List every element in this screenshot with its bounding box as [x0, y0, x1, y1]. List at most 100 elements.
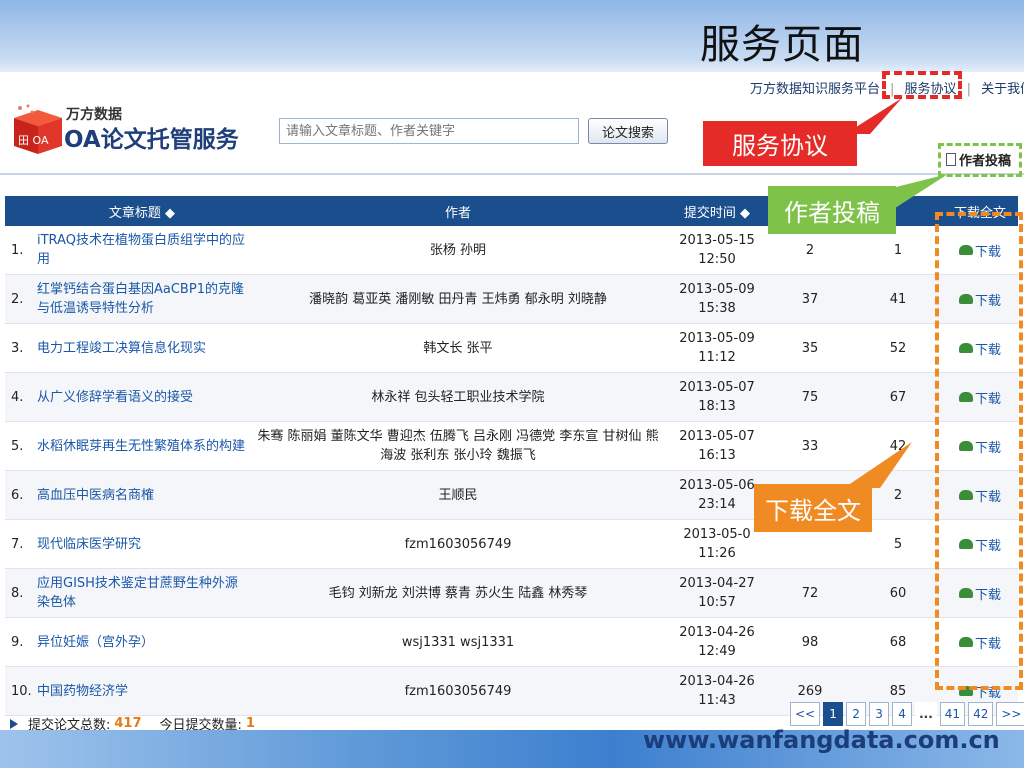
article-title-link[interactable]: 中国药物经济学 — [36, 666, 248, 716]
header-author: 作者 — [248, 196, 668, 226]
submit-clock: 11:26 — [698, 546, 736, 561]
cube-logo-text: 田 OA — [18, 134, 49, 147]
submit-clock: 10:57 — [698, 595, 736, 610]
row-index: 4. — [5, 372, 36, 422]
article-title-link[interactable]: 高血压中医病名商榷 — [36, 470, 248, 520]
count-1: 72 — [766, 568, 854, 618]
callout-service-agreement: 服务协议 — [703, 121, 857, 166]
callout-pointer-green — [892, 174, 948, 210]
submit-clock: 23:14 — [698, 497, 736, 512]
row-index: 5. — [5, 421, 36, 471]
article-authors: wsj1331 wsj1331 — [248, 617, 668, 667]
callout-pointer-orange — [844, 442, 912, 488]
header-submit-time[interactable]: 提交时间 ◆ — [668, 196, 766, 226]
submit-time: 2013-05-07 18:13 — [668, 372, 766, 422]
submit-date: 2013-05-06 — [679, 478, 755, 493]
article-title-link[interactable]: 从广义修辞学看语义的接受 — [36, 372, 248, 422]
header-index — [5, 196, 36, 226]
highlight-download-column — [935, 212, 1023, 690]
pager-button[interactable]: 41 — [939, 702, 966, 726]
row-index: 6. — [5, 470, 36, 520]
search-input[interactable] — [279, 118, 579, 144]
row-index: 7. — [5, 519, 36, 569]
article-title-link[interactable]: 现代临床医学研究 — [36, 519, 248, 569]
submit-time: 2013-04-26 11:43 — [668, 666, 766, 716]
link-separator: | — [966, 82, 971, 97]
today-value: 1 — [245, 716, 255, 731]
count-2: 41 — [854, 274, 942, 324]
callout-author-submit: 作者投稿 — [768, 186, 896, 234]
article-title-link[interactable]: 红掌钙结合蛋白基因AaCBP1的克隆与低温诱导特性分析 — [36, 274, 248, 324]
slide-title: 服务页面 — [700, 22, 864, 68]
pager-button[interactable]: >> — [996, 702, 1024, 726]
row-index: 1. — [5, 226, 36, 275]
count-1: 98 — [766, 617, 854, 667]
play-icon — [10, 718, 18, 729]
submit-time: 2013-05-09 15:38 — [668, 274, 766, 324]
submit-time: 2013-05-09 11:12 — [668, 323, 766, 373]
count-2: 60 — [854, 568, 942, 618]
callout-download-full: 下载全文 — [754, 484, 872, 532]
submit-time: 2013-04-27 10:57 — [668, 568, 766, 618]
row-index: 3. — [5, 323, 36, 373]
pager-button[interactable]: 42 — [968, 702, 994, 726]
header-title[interactable]: 文章标题 ◆ — [36, 196, 248, 226]
count-1: 37 — [766, 274, 854, 324]
submit-time: 2013-04-26 12:49 — [668, 617, 766, 667]
table-row: 9. 异位妊娠（宫外孕） wsj1331 wsj1331 2013-04-26 12:4… — [5, 617, 1018, 667]
article-authors: 张杨 孙明 — [248, 226, 668, 275]
article-title-link[interactable]: 异位妊娠（宫外孕） — [36, 617, 248, 667]
submit-date: 2013-04-26 — [679, 625, 755, 640]
submit-clock: 12:50 — [698, 252, 736, 267]
article-authors: 毛钧 刘新龙 刘洪博 蔡青 苏火生 陆鑫 林秀琴 — [248, 568, 668, 618]
submit-date: 2013-05-15 — [679, 233, 755, 248]
article-authors: 林永祥 包头轻工职业技术学院 — [248, 372, 668, 422]
header-divider — [0, 173, 1024, 175]
submit-time: 2013-05-15 12:50 — [668, 226, 766, 275]
link-platform[interactable]: 万方数据知识服务平台 — [750, 82, 880, 97]
submit-date: 2013-05-09 — [679, 282, 755, 297]
count-1: 35 — [766, 323, 854, 373]
count-1: 75 — [766, 372, 854, 422]
article-title-link[interactable]: 电力工程竣工决算信息化现实 — [36, 323, 248, 373]
table-row: 2. 红掌钙结合蛋白基因AaCBP1的克隆与低温诱导特性分析 潘晓韵 葛亚英 潘刚敏… — [5, 274, 1018, 324]
pager-button[interactable]: 4 — [892, 702, 913, 726]
submit-date: 2013-05-0 — [683, 527, 751, 542]
submit-clock: 15:38 — [698, 301, 736, 316]
count-2: 67 — [854, 372, 942, 422]
pager-button[interactable]: 1 — [823, 702, 844, 726]
submit-clock: 18:13 — [698, 399, 736, 414]
brand-name: OA论文托管服务 — [64, 127, 239, 153]
article-authors: 潘晓韵 葛亚英 潘刚敏 田丹青 王炜勇 郁永明 刘晓静 — [248, 274, 668, 324]
search-button[interactable]: 论文搜索 — [588, 118, 668, 144]
submit-date: 2013-04-26 — [679, 674, 755, 689]
count-2: 52 — [854, 323, 942, 373]
submit-clock: 16:13 — [698, 448, 736, 463]
submit-date: 2013-04-27 — [679, 576, 755, 591]
article-authors: 王顺民 — [248, 470, 668, 520]
article-title-link[interactable]: 水稻休眠芽再生无性繁殖体系的构建 — [36, 421, 248, 471]
pager-button[interactable]: 2 — [846, 702, 867, 726]
link-about-us[interactable]: 关于我们 — [981, 82, 1024, 97]
article-title-link[interactable]: iTRAQ技术在植物蛋白质组学中的应用 — [36, 226, 248, 275]
cube-logo-icon: 田 OA — [14, 104, 62, 154]
pager-button[interactable]: 3 — [869, 702, 890, 726]
total-value: 417 — [114, 716, 142, 731]
submit-time: 2013-05-0 11:26 — [668, 519, 766, 569]
row-index: 8. — [5, 568, 36, 618]
pagination: << 1 2 3 4... 41 42 >> — [790, 702, 1024, 726]
pager-ellipsis: ... — [915, 702, 937, 726]
submit-date: 2013-05-09 — [679, 331, 755, 346]
article-title-link[interactable]: 应用GISH技术鉴定甘蔗野生种外源染色体 — [36, 568, 248, 618]
row-index: 9. — [5, 617, 36, 667]
site-url: www.wanfangdata.com.cn — [643, 726, 1000, 754]
submit-clock: 12:49 — [698, 644, 736, 659]
submit-time: 2013-05-07 16:13 — [668, 421, 766, 471]
article-authors: 朱骞 陈丽娟 董陈文华 曹迎杰 伍腾飞 吕永刚 冯德党 李东宣 甘树仙 熊海波 … — [248, 421, 668, 471]
submit-clock: 11:12 — [698, 350, 736, 365]
submit-clock: 11:43 — [698, 693, 736, 708]
pager-button[interactable]: << — [790, 702, 821, 726]
count-2: 68 — [854, 617, 942, 667]
site-logo[interactable]: 田 OA 万方数据 OA论文托管服务 — [8, 74, 258, 164]
highlight-service-agreement — [882, 71, 962, 99]
